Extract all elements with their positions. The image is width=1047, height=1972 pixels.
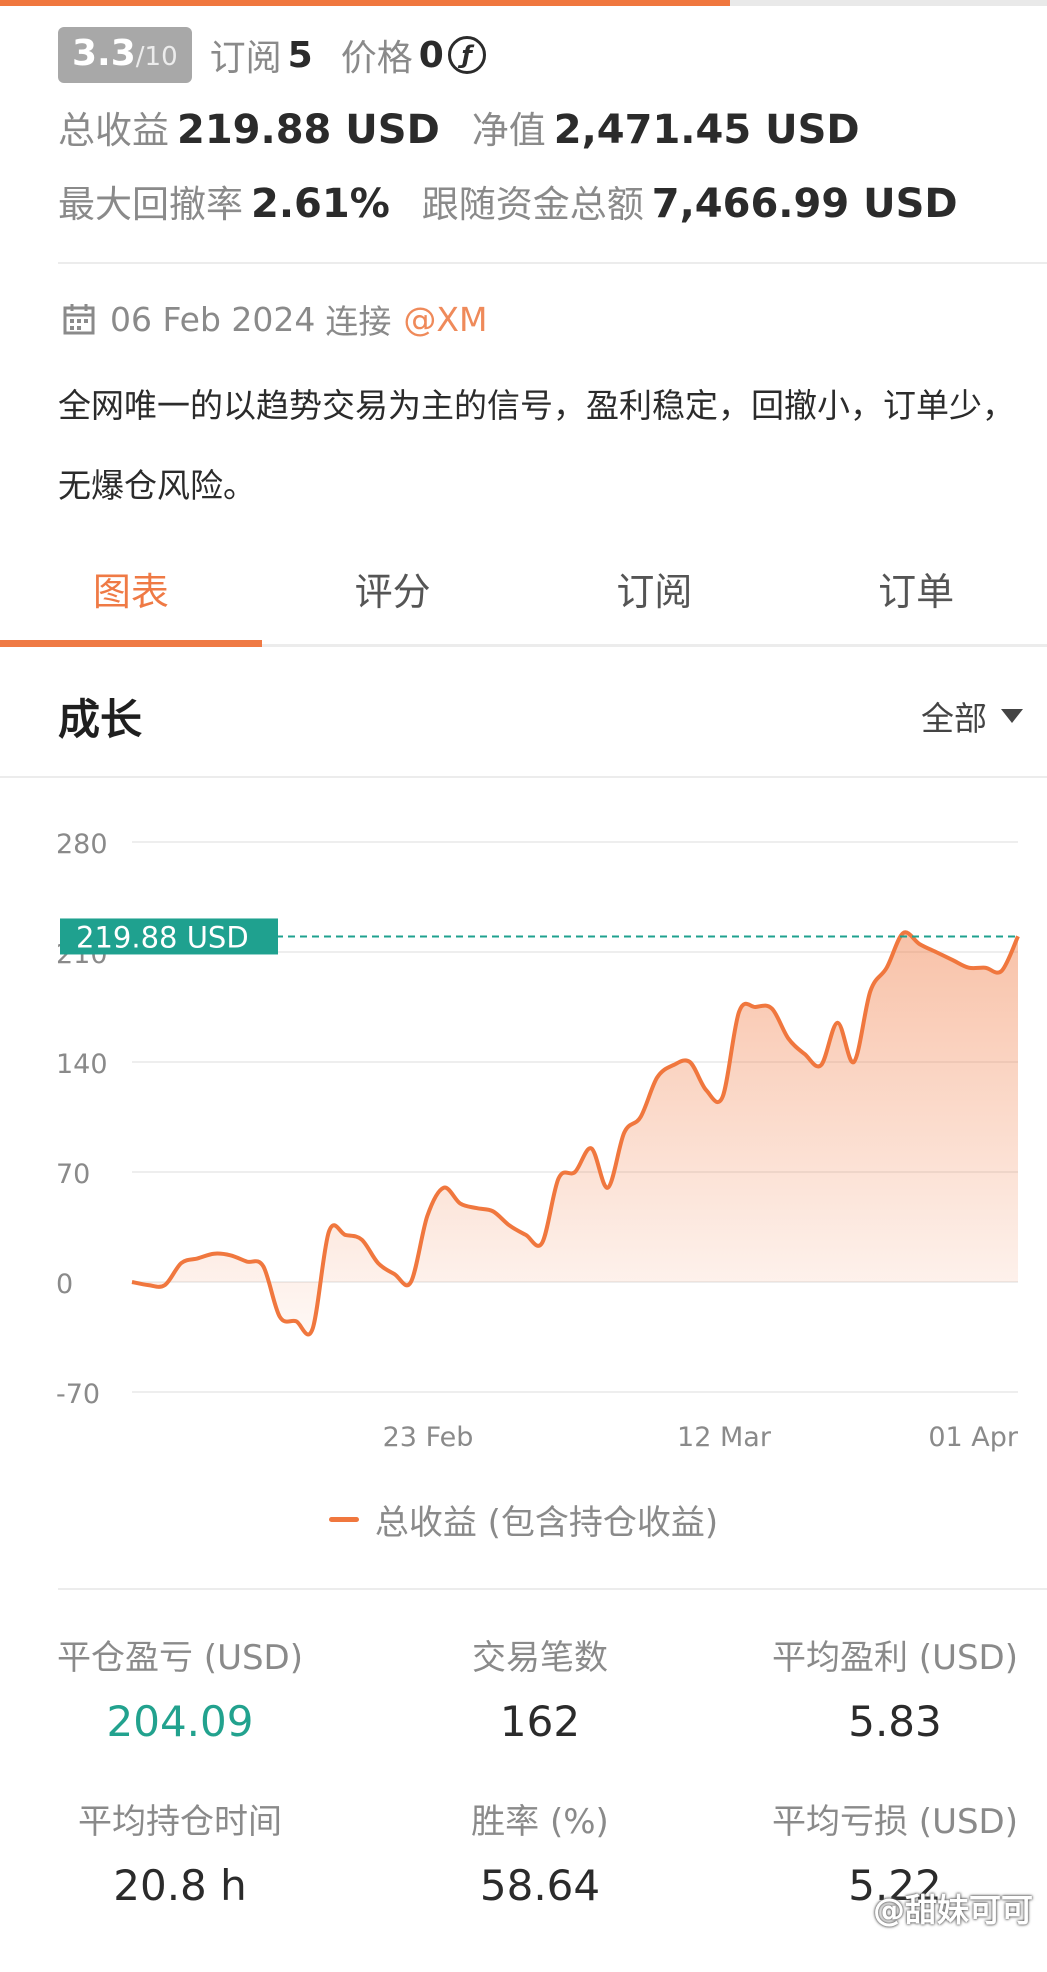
metric-avg-hold-time: 平均持仓时间 20.8 h [30,1794,330,1910]
metric-value: 58.64 [479,1861,601,1910]
equity-value: 2,471.45 USD [553,107,860,153]
coin-icon: ƒ [447,36,486,74]
calendar-icon [63,304,95,335]
drawdown-row: 最大回撤率 2.61% 跟随资金总额 7,466.99 USD [58,174,958,228]
metric-trade-count: 交易笔数 162 [390,1630,690,1746]
y-tick-label: 70 [56,1159,90,1190]
price-label: 价格 [340,38,413,79]
divider [58,262,1047,264]
tab-bar: 图表 评分 订阅 订单 [0,555,1047,647]
x-tick-label: 12 Mar [677,1422,772,1453]
rating-value: 3.3 [72,33,136,74]
metric-label: 平均盈利 (USD) [772,1638,1018,1678]
metric-label: 平仓盈亏 (USD) [57,1638,303,1678]
y-tick-label: -70 [56,1379,100,1410]
range-dropdown[interactable]: 全部 [921,692,1023,740]
metric-value: 162 [499,1697,581,1746]
progress-bar-fill [0,0,730,6]
y-tick-label: 0 [56,1269,73,1300]
growth-chart[interactable]: 280 210 140 70 0 -70 23 Feb 12 Mar 01 Apr 219.88 … [0,800,1047,1460]
follow-funds-label: 跟随资金总额 [421,183,644,226]
tab-chart[interactable]: 图表 [0,555,262,647]
metric-avg-profit: 平均盈利 (USD) 5.83 [745,1630,1045,1746]
watermark: @甜妹可可 [872,1891,1033,1929]
total-profit-label: 总收益 [58,109,169,152]
divider [0,776,1047,778]
follow-funds-value: 7,466.99 USD [651,181,958,227]
growth-title: 成长 [58,694,143,744]
profit-row: 总收益 219.88 USD 净值 2,471.45 USD [58,100,860,154]
x-tick-label: 01 Apr [928,1422,1019,1453]
tab-subscribe[interactable]: 订阅 [524,555,786,644]
subscribe-count: 5 [287,34,313,76]
metric-label: 胜率 (%) [471,1802,609,1842]
x-tick-label: 23 Feb [383,1422,474,1453]
price-value: 0 [418,34,444,76]
metric-value: 5.83 [848,1697,942,1746]
chart-svg: 280210140700-7023 Feb 12 Mar 01 Apr219.88 … [56,829,1020,1453]
chart-legend: 总收益 (包含持仓收益) [0,1495,1047,1544]
metric-closed-pnl: 平仓盈亏 (USD) 204.09 [30,1630,330,1746]
metric-label: 平均持仓时间 [78,1802,282,1842]
max-drawdown-value: 2.61% [251,181,390,227]
tab-orders[interactable]: 订单 [785,555,1047,644]
growth-header: 成长 全部 [58,686,1023,746]
range-label: 全部 [921,699,987,738]
max-drawdown-label: 最大回撤率 [58,183,243,226]
connection-info: 06 Feb 2024 连接 @XM [62,295,487,343]
connection-label: 连接 [325,302,392,341]
metric-win-rate: 胜率 (%) 58.64 [390,1794,690,1910]
rating-max: /10 [135,42,178,72]
tab-rating[interactable]: 评分 [262,555,524,644]
rating-badge: 3.3 /10 [58,27,192,83]
metric-value: 204.09 [106,1697,254,1746]
signal-description: 全网唯一的以趋势交易为主的信号，盈利稳定，回撤小，订单少，无爆仓风险。 [58,386,1015,505]
divider [58,1588,1047,1590]
caret-down-icon [1001,709,1023,723]
total-profit-value: 219.88 USD [177,107,440,153]
progress-bar [0,0,1047,6]
metric-value: 20.8 h [113,1861,247,1910]
legend-label: 总收益 (包含持仓收益) [374,1503,719,1543]
broker-link[interactable]: @XM [403,300,487,339]
connection-date: 06 Feb 2024 [110,299,316,339]
metric-label: 平均亏损 (USD) [772,1802,1018,1842]
y-tick-label: 280 [56,829,108,860]
legend-swatch [328,1517,359,1522]
metric-label: 交易笔数 [472,1638,608,1678]
signal-meta-row: 3.3 /10 订阅 5 价格 0 ƒ [58,26,486,84]
y-tick-label: 140 [56,1049,108,1080]
last-value-label: 219.88 USD [76,920,249,954]
equity-label: 净值 [471,109,546,152]
subscribe-label: 订阅 [209,38,282,79]
